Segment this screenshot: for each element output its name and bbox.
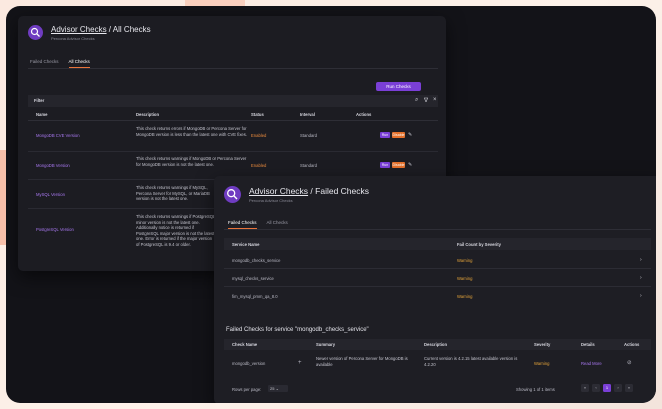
tab-all-checks[interactable]: All Checks — [267, 220, 288, 229]
status-badge: Enabled — [251, 133, 267, 138]
check-description: This check returns warnings if PostgreSQ… — [136, 214, 216, 247]
check-description: This check returns warnings if MongoDB o… — [136, 156, 247, 167]
table-row: mongodb_version + Newer version of Perco… — [224, 352, 651, 374]
col-name: Name — [36, 112, 48, 117]
page-title-current: / Failed Checks — [308, 186, 370, 196]
check-name: mongodb_version — [232, 361, 266, 366]
tab-divider — [28, 68, 438, 69]
tab-divider — [224, 229, 651, 230]
check-description: This check returns warnings if MySQL, Pe… — [136, 185, 210, 202]
run-check-button[interactable]: Run — [380, 162, 390, 168]
tab-all-checks[interactable]: All Checks — [68, 59, 90, 68]
col-check-name: Check Name — [232, 342, 258, 347]
run-checks-button[interactable]: Run Checks — [376, 82, 421, 91]
col-interval: Interval — [300, 112, 315, 117]
disable-check-button[interactable]: Disable — [392, 162, 405, 168]
page-title: Advisor Checks / Failed Checks — [249, 186, 369, 196]
page-title-current: / All Checks — [106, 25, 151, 34]
failed-checks-detail-table: Check Name Summary Description Severity … — [224, 339, 651, 379]
col-fail-count: Fail Count by Severity — [457, 242, 501, 247]
col-description: Description — [424, 342, 448, 347]
prev-page-button[interactable]: ‹ — [592, 384, 600, 392]
rows-per-page-select[interactable]: 25 ⌄ — [268, 385, 288, 392]
chevron-right-icon[interactable]: › — [640, 275, 642, 281]
rows-per-page-value: 25 — [270, 386, 275, 391]
col-severity: Severity — [534, 342, 551, 347]
tab-bar: Failed Checks All Checks — [30, 59, 90, 68]
table-header: Service Name Fail Count by Severity — [224, 238, 651, 250]
col-description: Description — [136, 112, 160, 117]
check-name[interactable]: MySQL Version — [36, 192, 65, 197]
check-description: Current version is 4.2.15 latest availab… — [424, 356, 518, 367]
page-1-button[interactable]: 1 — [603, 384, 611, 392]
check-description: This check returns errors if MongoDB or … — [136, 126, 248, 137]
col-summary: Summary — [316, 342, 336, 347]
advisor-checks-link[interactable]: Advisor Checks — [249, 186, 308, 196]
rows-per-page-label: Rows per page: — [232, 387, 262, 392]
next-page-button[interactable]: › — [614, 384, 622, 392]
run-check-button[interactable]: Run — [380, 132, 390, 138]
chevron-down-icon: ⌄ — [275, 386, 279, 391]
table-header: Check Name Summary Description Severity … — [224, 339, 651, 350]
service-name: mysql_checks_service — [232, 276, 274, 281]
table-row[interactable]: fim_mysql_pmm_qa_8.0 Warning › — [224, 288, 651, 304]
filter-bar: Filter ⌕ ∇ × — [28, 95, 438, 107]
read-more-link[interactable]: Read More — [581, 361, 602, 366]
page-subtitle: Percona Advisor Checks — [51, 36, 95, 41]
filter-icon[interactable]: ∇ — [424, 97, 428, 104]
pagination: « ‹ 1 › » — [581, 384, 633, 392]
severity-badge: Warning — [534, 361, 550, 366]
search-icon[interactable]: ⌕ — [415, 97, 418, 104]
chevron-right-icon[interactable]: › — [640, 257, 642, 263]
check-name[interactable]: MongoDB CVE Version — [36, 133, 80, 138]
table-row[interactable]: mysql_checks_service Warning › — [224, 270, 651, 287]
page-title: Advisor Checks / All Checks — [51, 25, 151, 34]
failed-checks-detail-title: Failed Checks for service "mongodb_check… — [226, 327, 369, 333]
page-header: Advisor Checks / All Checks Percona Advi… — [28, 25, 151, 41]
edit-pencil-icon[interactable]: ✎ — [408, 132, 412, 138]
showing-count: Showing 1 of 1 items — [516, 387, 555, 392]
page-header: Advisor Checks / Failed Checks Percona A… — [224, 186, 369, 203]
tab-failed-checks[interactable]: Failed Checks — [30, 59, 59, 68]
last-page-button[interactable]: » — [625, 384, 633, 392]
table-row[interactable]: mongodb_checks_service Warning › — [224, 252, 651, 269]
check-interval: Standard — [300, 163, 317, 168]
fail-count-badge: Warning — [457, 258, 473, 263]
filter-label: Filter — [34, 98, 45, 103]
advisor-logo-icon — [28, 25, 43, 40]
expand-plus-icon[interactable]: + — [298, 360, 302, 366]
check-name[interactable]: MongoDB Version — [36, 163, 70, 168]
table-header: Name Description Status Interval Actions — [28, 109, 438, 121]
table-row: MongoDB CVE Version This check returns e… — [28, 123, 438, 152]
service-name: fim_mysql_pmm_qa_8.0 — [232, 294, 278, 299]
status-badge: Enabled — [251, 163, 267, 168]
failed-services-table: Service Name Fail Count by Severity mong… — [224, 238, 651, 318]
chevron-right-icon[interactable]: › — [640, 293, 642, 299]
advisor-checks-link[interactable]: Advisor Checks — [51, 25, 107, 34]
first-page-button[interactable]: « — [581, 384, 589, 392]
col-details: Details — [581, 342, 595, 347]
tab-failed-checks[interactable]: Failed Checks — [228, 220, 257, 229]
col-status: Status — [251, 112, 264, 117]
silence-icon[interactable]: ⊘ — [627, 360, 632, 366]
check-interval: Standard — [300, 133, 317, 138]
check-summary: Newer version of Percona Server for Mong… — [316, 356, 408, 367]
disable-check-button[interactable]: Disable — [392, 132, 405, 138]
edit-pencil-icon[interactable]: ✎ — [408, 162, 412, 168]
advisor-logo-icon — [224, 186, 241, 203]
fail-count-badge: Warning — [457, 276, 473, 281]
check-name[interactable]: PostgreSQL Version — [36, 227, 74, 232]
screenshot-frame: Advisor Checks / All Checks Percona Advi… — [6, 6, 656, 403]
col-service-name: Service Name — [232, 242, 260, 247]
fail-count-badge: Warning — [457, 294, 473, 299]
col-actions: Actions — [356, 112, 372, 117]
failed-checks-panel: Advisor Checks / Failed Checks Percona A… — [214, 176, 656, 403]
page-subtitle: Percona Advisor Checks — [249, 198, 293, 203]
tab-bar: Failed Checks All Checks — [228, 220, 288, 229]
col-actions: Actions — [624, 342, 640, 347]
service-name: mongodb_checks_service — [232, 258, 281, 263]
close-icon[interactable]: × — [433, 97, 437, 103]
